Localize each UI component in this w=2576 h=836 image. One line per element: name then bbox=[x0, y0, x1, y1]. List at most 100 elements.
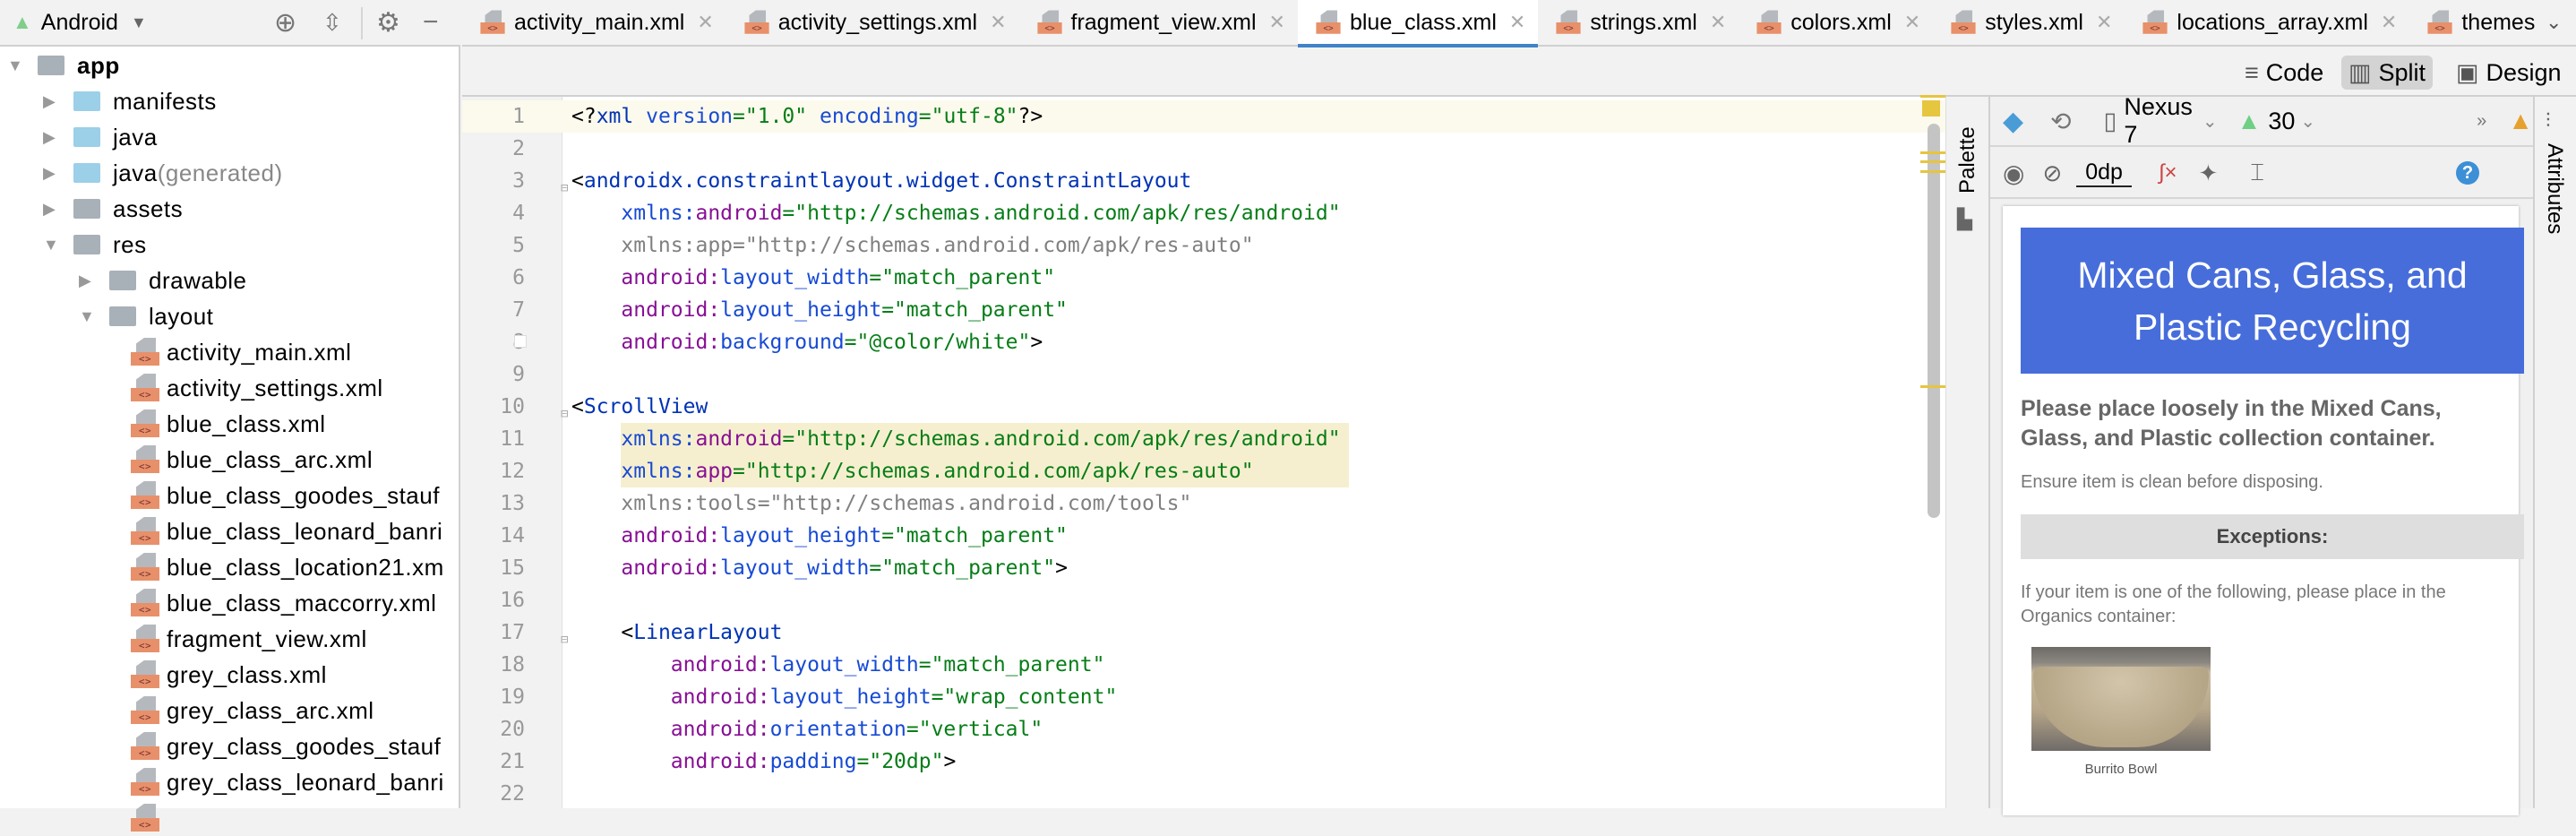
palette-tab[interactable]: Palette bbox=[1955, 126, 1980, 194]
api-selector[interactable]: 30 bbox=[2268, 108, 2295, 135]
tree-item[interactable]: ▶ assets bbox=[0, 191, 459, 227]
tree-item[interactable]: <> grey_class_goodes_stauf bbox=[0, 728, 459, 764]
warning-marker[interactable] bbox=[1920, 95, 1945, 98]
tree-item[interactable]: ▶ manifests bbox=[0, 83, 459, 119]
code-line[interactable]: 3 <androidx.constraintlayout.widget.Const… bbox=[462, 165, 1945, 197]
tree-item[interactable]: <> grey_class.xml bbox=[0, 657, 459, 693]
palette-strip[interactable]: Palette ▙ bbox=[1945, 97, 1988, 808]
split-mode-button[interactable]: ▥ Split bbox=[2341, 56, 2434, 90]
tree-item[interactable]: <> blue_class_maccorry.xml bbox=[0, 585, 459, 621]
code-line[interactable]: 14 android:layout_height="match_parent" bbox=[462, 520, 1945, 552]
chevron-down-icon[interactable]: ⌄ bbox=[2546, 11, 2562, 34]
tree-item[interactable]: <> activity_settings.xml bbox=[0, 370, 459, 406]
chevron-down-icon[interactable]: ⌄ bbox=[2300, 110, 2315, 133]
expanded-arrow-icon[interactable]: ▼ bbox=[79, 308, 95, 324]
tree-item[interactable]: <> blue_class.xml bbox=[0, 406, 459, 442]
chevron-down-icon[interactable]: ⌄ bbox=[2202, 110, 2218, 133]
code-line[interactable]: 21 android:padding="20dp"> bbox=[462, 746, 1945, 778]
code-line[interactable]: 4 xmlns:android="http://schemas.android.… bbox=[462, 197, 1945, 229]
close-icon[interactable]: ✕ bbox=[1269, 11, 1285, 34]
code-line[interactable]: 8 android:background="@color/white"> bbox=[462, 326, 1945, 358]
expanded-arrow-icon[interactable]: ▼ bbox=[43, 237, 59, 253]
tree-item[interactable]: <> blue_class_leonard_banri bbox=[0, 513, 459, 549]
layout-preview[interactable]: Mixed Cans, Glass, and Plastic Recycling… bbox=[2003, 206, 2524, 815]
tab-activity-settings-xml[interactable]: <> activity_settings.xml ✕ bbox=[726, 0, 1019, 46]
code-editor[interactable]: 1 <?xml version="1.0" encoding="utf-8"?> 2… bbox=[462, 95, 1945, 810]
tree-item[interactable]: ▶ drawable bbox=[0, 263, 459, 298]
tree-item[interactable]: ▼ layout bbox=[0, 298, 459, 334]
analysis-status-icon[interactable] bbox=[1922, 100, 1940, 116]
code-line[interactable]: 5 xmlns:app="http://schemas.android.com/… bbox=[462, 229, 1945, 262]
tree-item[interactable]: <> blue_class_goodes_stauf bbox=[0, 478, 459, 513]
code-line[interactable]: 22 bbox=[462, 778, 1945, 810]
tree-item[interactable]: ▶ java bbox=[0, 119, 459, 155]
close-icon[interactable]: ✕ bbox=[990, 11, 1006, 34]
gear-icon[interactable]: ⚙ bbox=[376, 7, 400, 39]
tree-item[interactable]: <> grey_class_leonard_banri bbox=[0, 764, 459, 800]
code-line[interactable]: 11 xmlns:android="http://schemas.android… bbox=[462, 423, 1945, 455]
expanded-arrow-icon[interactable]: ▼ bbox=[7, 57, 23, 73]
tree-item[interactable]: <> fragment_view.xml bbox=[0, 621, 459, 657]
design-mode-button[interactable]: ▣ Design bbox=[2449, 56, 2569, 90]
tab-strings-xml[interactable]: <> strings.xml ✕ bbox=[1538, 0, 1739, 46]
tab-fragment-view-xml[interactable]: <> fragment_view.xml ✕ bbox=[1019, 0, 1298, 46]
code-line[interactable]: 19 android:layout_height="wrap_content" bbox=[462, 681, 1945, 713]
tree-item[interactable]: <> activity_main.xml bbox=[0, 334, 459, 370]
tree-item[interactable]: <> grey_class_arc.xml bbox=[0, 693, 459, 728]
warning-marker[interactable] bbox=[1920, 170, 1945, 173]
attributes-strip[interactable]: ⫶ Attributes bbox=[2535, 97, 2576, 808]
minimize-icon[interactable]: − bbox=[423, 7, 439, 38]
locate-icon[interactable]: ⊕ bbox=[274, 7, 296, 39]
collapsed-arrow-icon[interactable]: ▶ bbox=[43, 93, 56, 109]
eye-icon[interactable]: ◉ bbox=[2003, 159, 2024, 188]
code-line[interactable]: 20 android:orientation="vertical" bbox=[462, 713, 1945, 746]
tab-blue-class-xml[interactable]: <> blue_class.xml ✕ bbox=[1297, 0, 1539, 47]
guidelines-icon[interactable]: ⌶ bbox=[2250, 159, 2264, 187]
code-line[interactable]: 10 <ScrollView ⊟ bbox=[462, 391, 1945, 423]
code-line[interactable]: 15 android:layout_width="match_parent"> bbox=[462, 552, 1945, 584]
project-view-selector[interactable]: Android bbox=[41, 10, 118, 36]
close-icon[interactable]: ✕ bbox=[2096, 11, 2112, 34]
close-icon[interactable]: ✕ bbox=[1710, 11, 1726, 34]
code-line[interactable]: 16 bbox=[462, 584, 1945, 616]
code-line[interactable]: 2 bbox=[462, 133, 1945, 165]
magnet-off-icon[interactable]: ⊘ bbox=[2042, 159, 2062, 187]
more-icon[interactable]: » bbox=[2477, 111, 2486, 132]
warning-marker[interactable] bbox=[1920, 385, 1945, 388]
code-line[interactable]: 17 <LinearLayout ⊟ bbox=[462, 616, 1945, 649]
clear-constraints-icon[interactable]: ∫× bbox=[2159, 160, 2177, 185]
scrollbar[interactable] bbox=[1928, 124, 1940, 518]
code-line[interactable]: 18 android:layout_width="match_parent" bbox=[462, 649, 1945, 681]
code-line[interactable]: 13 xmlns:tools="http://schemas.android.c… bbox=[462, 487, 1945, 520]
collapsed-arrow-icon[interactable]: ▶ bbox=[43, 201, 56, 217]
code-line[interactable]: 12 xmlns:app="http://schemas.android.com… bbox=[462, 455, 1945, 487]
close-icon[interactable]: ✕ bbox=[2381, 11, 2397, 34]
code-line[interactable]: 9 bbox=[462, 358, 1945, 391]
collapsed-arrow-icon[interactable]: ▶ bbox=[79, 272, 91, 289]
default-margin-field[interactable]: 0dp bbox=[2076, 159, 2132, 187]
tree-item[interactable]: <> blue_class_location21.xm bbox=[0, 549, 459, 585]
close-icon[interactable]: ✕ bbox=[697, 11, 713, 34]
tree-item[interactable]: <> bbox=[0, 800, 459, 836]
collapsed-arrow-icon[interactable]: ▶ bbox=[43, 129, 56, 145]
tab-activity-main-xml[interactable]: <> activity_main.xml ✕ bbox=[462, 0, 726, 46]
collapse-all-icon[interactable]: ⇳ bbox=[322, 9, 342, 37]
close-icon[interactable]: ✕ bbox=[1509, 11, 1525, 34]
infer-constraints-icon[interactable]: ✦ bbox=[2199, 159, 2219, 187]
color-swatch-icon[interactable] bbox=[514, 335, 527, 348]
warning-marker[interactable] bbox=[1920, 160, 1945, 163]
tab-locations-array-xml[interactable]: <> locations_array.xml ✕ bbox=[2125, 0, 2409, 46]
chevron-down-icon[interactable]: ▼ bbox=[131, 13, 147, 32]
warning-marker[interactable] bbox=[1920, 151, 1945, 154]
collapsed-arrow-icon[interactable]: ▶ bbox=[43, 165, 56, 181]
code-line[interactable]: 6 android:layout_width="match_parent" bbox=[462, 262, 1945, 294]
tab-colors-xml[interactable]: <> colors.xml ✕ bbox=[1739, 0, 1933, 46]
tree-item[interactable]: ▼ res bbox=[0, 227, 459, 263]
code-line[interactable]: 1 <?xml version="1.0" encoding="utf-8"?> bbox=[462, 100, 1945, 133]
tab-themes[interactable]: <> themes bbox=[2409, 0, 2547, 46]
help-icon[interactable]: ? bbox=[2455, 161, 2479, 185]
device-selector[interactable]: Nexus 7 bbox=[2124, 93, 2196, 149]
layers-icon[interactable]: ◆ bbox=[2003, 106, 2023, 137]
tree-item[interactable]: <> blue_class_arc.xml bbox=[0, 442, 459, 478]
warning-icon[interactable]: ▲ bbox=[2508, 107, 2533, 135]
